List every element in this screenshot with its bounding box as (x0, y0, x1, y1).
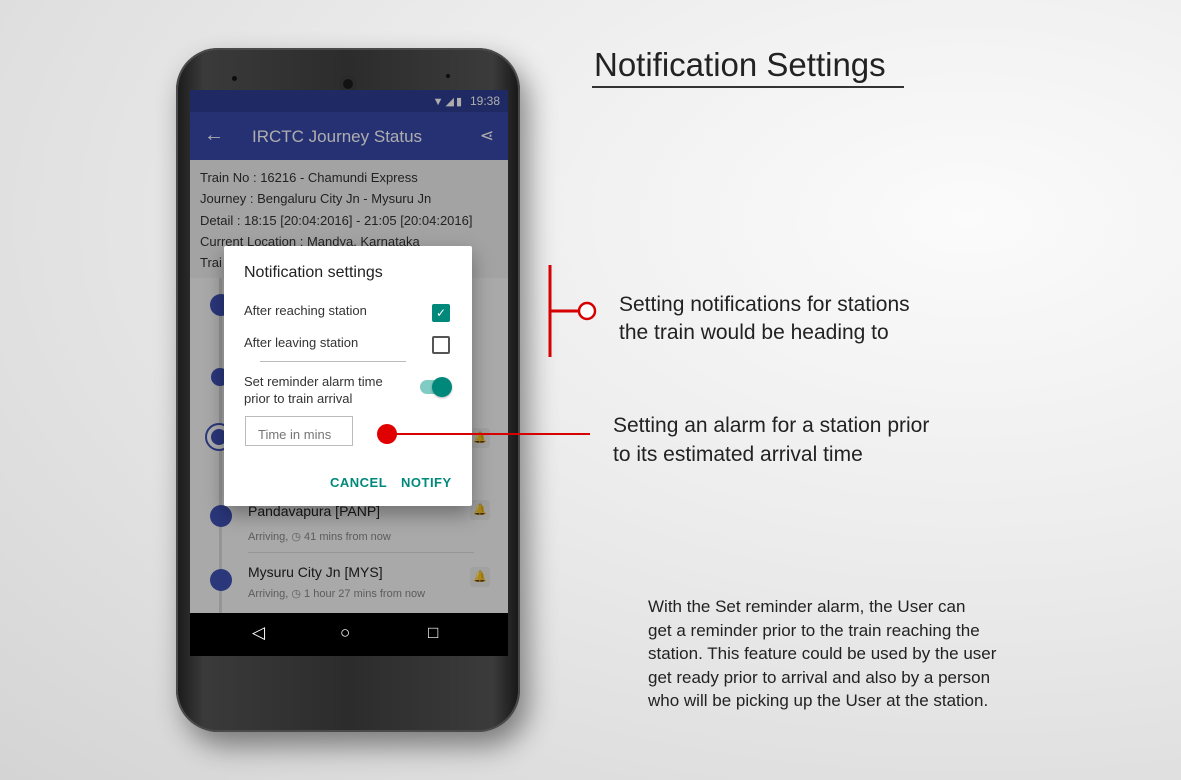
stations-annotation-line1: Setting notifications for stations (619, 293, 910, 316)
annotation-connectors (377, 265, 597, 444)
alarm-annotation-line1: Setting an alarm for a station prior (613, 414, 930, 437)
alarm-annotation-line2: to its estimated arrival time (613, 443, 863, 466)
alarm-pointer-dot (377, 424, 397, 444)
stations-annotation-line2: the train would be heading to (619, 321, 889, 344)
description-line: get ready prior to arrival and also by a… (648, 667, 991, 687)
bracket-endpoint (577, 301, 597, 321)
description-line: who will be picking up the User at the s… (648, 691, 989, 710)
description-line: get a reminder prior to the train reachi… (648, 620, 980, 640)
description-line: With the Set reminder alarm, the User ca… (648, 597, 966, 616)
description-line: station. This feature could be used by t… (648, 644, 997, 663)
feature-description: With the Set reminder alarm, the User ca… (648, 595, 996, 713)
